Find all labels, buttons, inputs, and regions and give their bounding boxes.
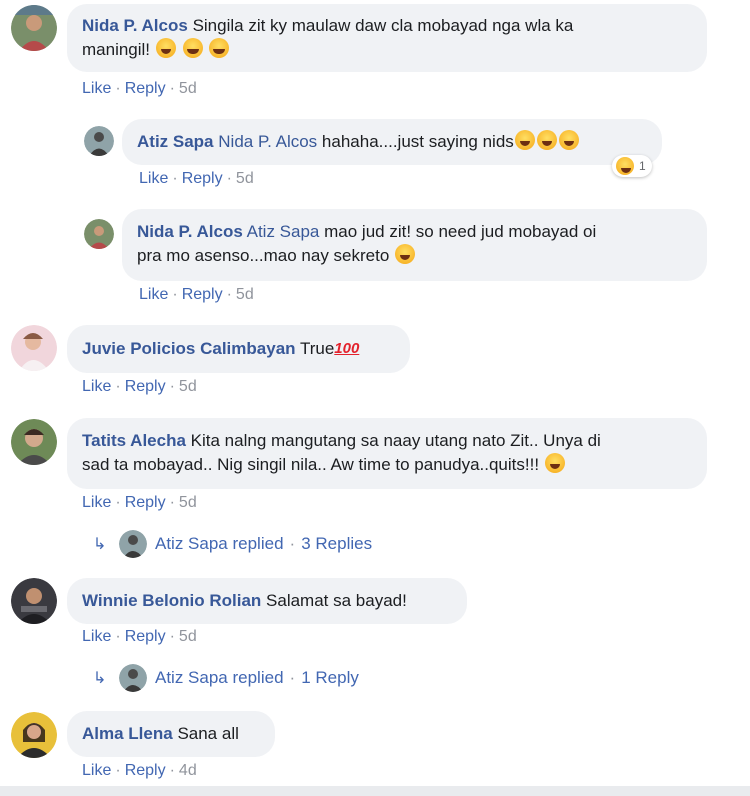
comment-text-line2: sad ta mobayad.. Nig singil nila.. Aw ti…	[82, 455, 540, 474]
comment-author[interactable]: Alma Llena	[82, 724, 173, 743]
like-link[interactable]: Like	[82, 494, 111, 511]
timestamp[interactable]: 5d	[179, 494, 197, 511]
comment-bubble: Nida P. Alcos Singila zit ky maulaw daw …	[67, 4, 707, 72]
laugh-emoji-icon	[395, 244, 416, 264]
timestamp[interactable]: 5d	[179, 80, 197, 97]
like-link[interactable]: Like	[82, 628, 111, 645]
comment-author[interactable]: Winnie Belonio Rolian	[82, 591, 261, 610]
laugh-emoji-icon	[544, 453, 565, 473]
like-link[interactable]: Like	[139, 286, 168, 303]
like-link[interactable]: Like	[82, 762, 111, 779]
replied-label: Atiz Sapa replied	[155, 534, 284, 553]
comment-actions: Like · Reply · 4d	[82, 762, 197, 779]
like-link[interactable]: Like	[82, 80, 111, 97]
timestamp[interactable]: 5d	[236, 286, 254, 303]
reply-link[interactable]: Reply	[125, 378, 166, 395]
timestamp[interactable]: 5d	[236, 170, 254, 187]
reply-count: 1 Reply	[301, 668, 359, 687]
avatar[interactable]	[84, 219, 114, 249]
section-divider	[0, 786, 750, 796]
comment-bubble: Winnie Belonio Rolian Salamat sa bayad!	[67, 578, 467, 624]
avatar[interactable]	[84, 126, 114, 156]
view-replies-link[interactable]: ↳ Atiz Sapa replied · 1 Reply	[93, 664, 359, 692]
comment-text: True	[299, 339, 335, 358]
comment-text: mao jud zit! so need jud mobayad oi	[324, 222, 597, 241]
avatar	[119, 530, 147, 558]
replied-label: Atiz Sapa replied	[155, 668, 284, 687]
comment-bubble: Alma Llena Sana all	[67, 711, 275, 757]
comment-author[interactable]: Tatits Alecha	[82, 431, 186, 450]
laugh-emoji-icon	[558, 130, 579, 150]
like-link[interactable]: Like	[139, 170, 168, 187]
comment-text: Singila zit ky maulaw daw cla mobayad ng…	[192, 16, 574, 35]
reply-link[interactable]: Reply	[125, 628, 166, 645]
comment-text-line2: pra mo asenso...mao nay sekreto	[137, 246, 390, 265]
comment-bubble: Atiz Sapa Nida P. Alcos hahaha....just s…	[122, 119, 662, 165]
mention-link[interactable]: Atiz Sapa	[247, 222, 320, 241]
grin-emoji-icon	[182, 38, 203, 58]
comment-actions: Like · Reply · 5d	[82, 628, 197, 645]
comment-text: Sana all	[177, 724, 239, 743]
reply-link[interactable]: Reply	[182, 286, 223, 303]
timestamp[interactable]: 5d	[179, 628, 197, 645]
comment-actions: Like · Reply · 5d	[82, 80, 197, 97]
reply-arrow-icon: ↳	[93, 536, 107, 553]
avatar[interactable]	[11, 578, 57, 624]
tongue-emoji-icon	[155, 38, 176, 58]
avatar[interactable]	[11, 325, 57, 371]
reply-arrow-icon: ↳	[93, 670, 107, 687]
comment-actions: Like · Reply · 5d	[82, 378, 197, 395]
reply-count: 3 Replies	[301, 534, 373, 553]
comment-author[interactable]: Atiz Sapa	[137, 132, 214, 151]
comment-author[interactable]: Nida P. Alcos	[82, 16, 188, 35]
timestamp[interactable]: 4d	[179, 762, 197, 779]
comment-text: Kita nalng mangutang sa naay utang nato …	[190, 431, 601, 450]
comment-text: hahaha....just saying nids	[321, 132, 514, 151]
comment-text-line2: maningil!	[82, 40, 151, 59]
like-link[interactable]: Like	[82, 378, 111, 395]
comment-bubble: Tatits Alecha Kita nalng mangutang sa na…	[67, 418, 707, 489]
reply-link[interactable]: Reply	[125, 762, 166, 779]
hundred-points-icon: 100	[334, 340, 360, 357]
reply-link[interactable]: Reply	[182, 170, 223, 187]
laugh-emoji-icon	[536, 130, 557, 150]
comment-actions: Like · Reply · 5d	[139, 286, 254, 303]
reply-link[interactable]: Reply	[125, 80, 166, 97]
comment-author[interactable]: Juvie Policios Calimbayan	[82, 339, 296, 358]
timestamp[interactable]: 5d	[179, 378, 197, 395]
comment-bubble: Juvie Policios Calimbayan True100	[67, 325, 410, 373]
comment-text: Salamat sa bayad!	[266, 591, 407, 610]
laugh-emoji-icon	[514, 130, 535, 150]
mention-link[interactable]: Nida P. Alcos	[218, 132, 317, 151]
avatar	[119, 664, 147, 692]
avatar[interactable]	[11, 419, 57, 465]
comment-author[interactable]: Nida P. Alcos	[137, 222, 243, 241]
view-replies-link[interactable]: ↳ Atiz Sapa replied · 3 Replies	[93, 530, 372, 558]
avatar[interactable]	[11, 712, 57, 758]
comment-bubble: Nida P. Alcos Atiz Sapa mao jud zit! so …	[122, 209, 707, 281]
haha-reaction-icon	[616, 157, 634, 175]
reaction-count[interactable]: 1	[612, 155, 652, 177]
reply-link[interactable]: Reply	[125, 494, 166, 511]
comment-actions: Like · Reply · 5d	[82, 494, 197, 511]
grin-emoji-icon	[209, 38, 230, 58]
comment-actions: Like · Reply · 5d	[139, 170, 254, 187]
avatar[interactable]	[11, 5, 57, 51]
